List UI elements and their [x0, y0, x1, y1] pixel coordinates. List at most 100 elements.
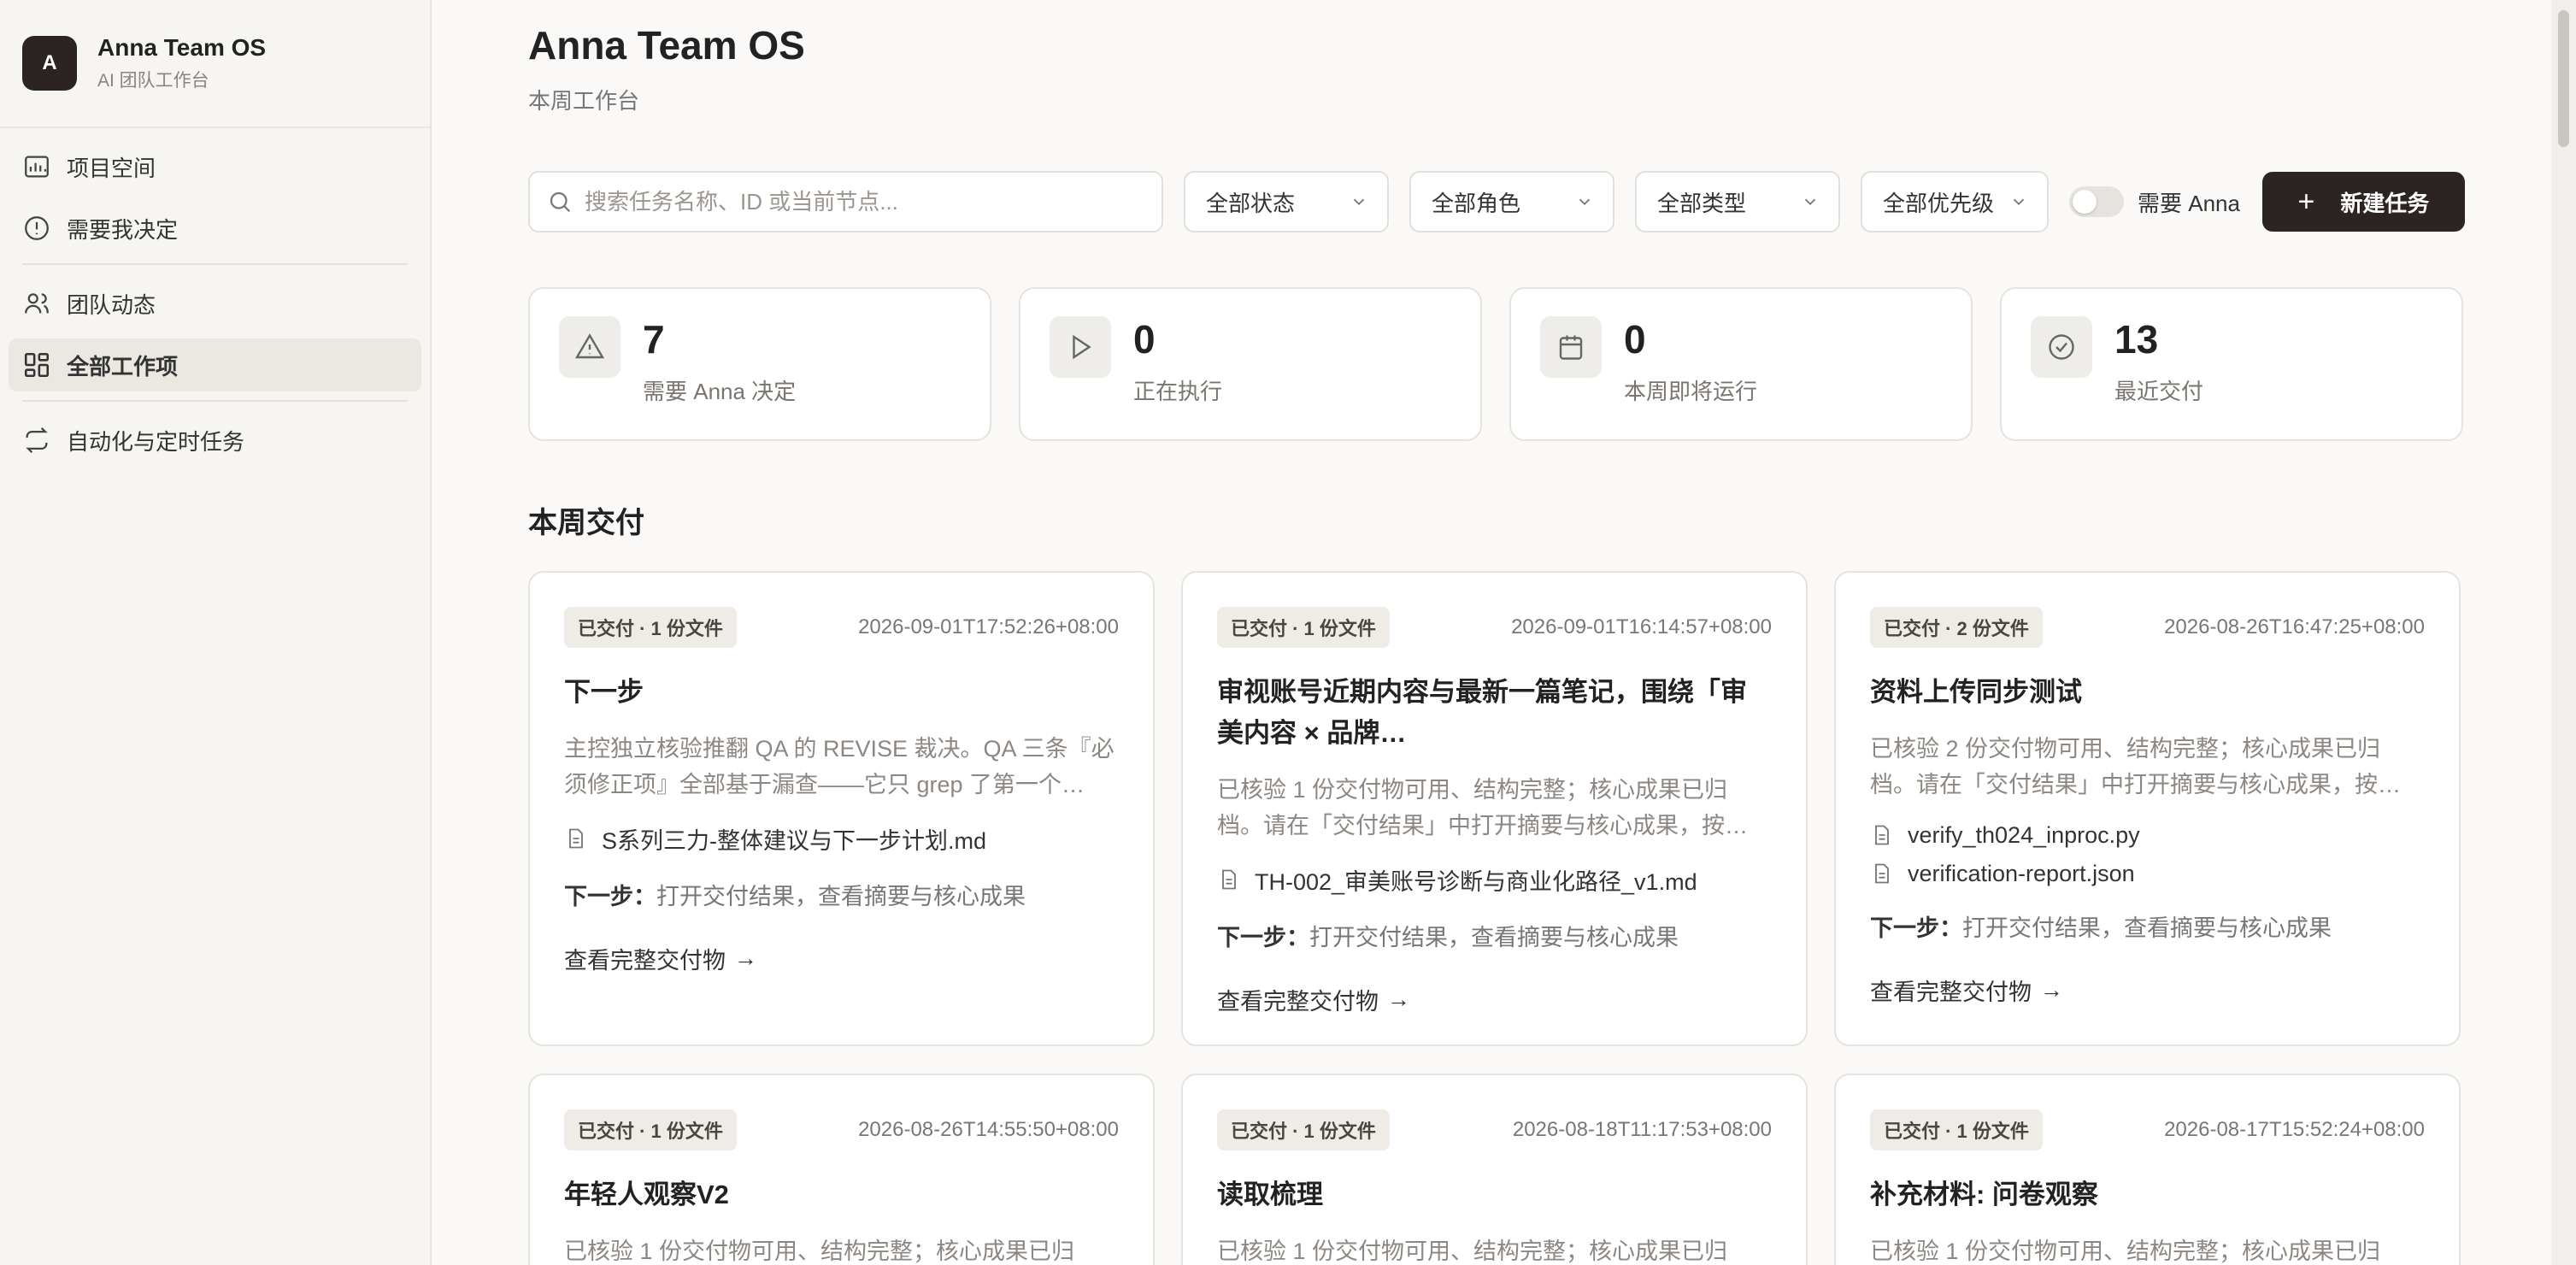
sidebar-item-all-work[interactable]: 全部工作项: [9, 338, 421, 391]
file-item[interactable]: verification-report.json: [1870, 861, 2425, 887]
scroll-thumb[interactable]: [2558, 10, 2569, 147]
delivery-card[interactable]: 已交付 · 1 份文件 2026-08-17T15:52:24+08:00 补充…: [1834, 1074, 2461, 1265]
chevron-down-icon: [1353, 198, 1365, 206]
card-title: 资料上传同步测试: [1870, 677, 2082, 707]
nav-divider: [22, 263, 408, 265]
search-input[interactable]: [585, 188, 1132, 215]
stat-value: 13: [2114, 317, 2159, 362]
scrollbar[interactable]: [2551, 0, 2576, 1265]
next-step-text: 打开交付结果，查看摘要与核心成果: [1309, 924, 1679, 950]
timestamp: 2026-09-01T16:14:57+08:00: [1511, 615, 1772, 638]
status-badge: 已交付 · 1 份文件: [564, 1109, 737, 1150]
chart-icon: [25, 156, 49, 178]
chevron-down-icon: [1579, 198, 1591, 206]
view-deliverable-link[interactable]: 查看完整交付物 →: [564, 942, 1119, 975]
nav-divider: [22, 400, 408, 402]
next-step-label: 下一步：: [564, 883, 656, 909]
need-anna-toggle[interactable]: [2069, 186, 2124, 217]
chevron-down-icon: [2013, 198, 2025, 206]
status-badge: 已交付 · 1 份文件: [1870, 1109, 2043, 1150]
sidebar-item-decisions[interactable]: 需要我决定: [9, 202, 421, 255]
status-badge: 已交付 · 1 份文件: [1217, 607, 1390, 648]
sidebar-nav: 项目空间 需要我决定 团队动态 全部工作项 自动化与定时任务: [0, 128, 430, 487]
arrow-right-icon: →: [734, 944, 757, 971]
sidebar-item-automation[interactable]: 自动化与定时任务: [9, 414, 421, 467]
next-step: 下一步：打开交付结果，查看摘要与核心成果: [1217, 919, 1772, 952]
play-icon: [1073, 334, 1091, 360]
card-title: 年轻人观察V2: [564, 1180, 729, 1209]
delivery-card[interactable]: 已交付 · 2 份文件 2026-08-26T16:47:25+08:00 资料…: [1834, 571, 2461, 1046]
sidebar-item-projects[interactable]: 项目空间: [9, 140, 421, 193]
status-badge: 已交付 · 2 份文件: [1870, 607, 2043, 648]
priority-filter[interactable]: 全部优先级: [1861, 171, 2049, 232]
next-step-text: 打开交付结果，查看摘要与核心成果: [656, 883, 1026, 909]
brand[interactable]: A Anna Team OS AI 团队工作台: [0, 0, 430, 128]
stat-label: 需要 Anna 决定: [643, 379, 797, 404]
search-box[interactable]: [528, 171, 1163, 232]
link-label: 查看完整交付物: [564, 947, 726, 974]
next-step: 下一步：打开交付结果，查看摘要与核心成果: [564, 878, 1119, 911]
status-filter-value: 全部状态: [1206, 190, 1296, 216]
grid-icon: [24, 352, 50, 378]
card-description: 已核验 2 份交付物可用、结构完整；核心成果已归档。请在「交付结果」中打开摘要与…: [1870, 736, 2401, 797]
stat-card-running[interactable]: 0 正在执行: [1019, 287, 1482, 441]
file-item[interactable]: verify_th024_inproc.py: [1870, 822, 2425, 849]
file-item[interactable]: S系列三力-整体建议与下一步计划.md: [564, 822, 1119, 856]
link-label: 查看完整交付物: [1217, 988, 1379, 1015]
sidebar-item-label: 全部工作项: [67, 353, 179, 380]
new-task-button[interactable]: + 新建任务: [2261, 172, 2465, 232]
view-deliverable-link[interactable]: 查看完整交付物 →: [1217, 983, 1772, 1016]
stat-value: 0: [1133, 317, 1156, 362]
sidebar-item-label: 需要我决定: [67, 216, 179, 243]
card-title: 补充材料: 问卷观察: [1870, 1180, 2098, 1209]
stat-label: 最近交付: [2114, 379, 2204, 404]
view-deliverable-link[interactable]: 查看完整交付物 →: [1870, 974, 2425, 1007]
delivery-card[interactable]: 已交付 · 1 份文件 2026-09-01T17:52:26+08:00 下一…: [528, 571, 1155, 1046]
page-subtitle: 本周工作台: [528, 88, 640, 114]
need-anna-toggle-label: 需要 Anna: [2138, 190, 2240, 216]
need-anna-toggle-group: 需要 Anna: [2069, 186, 2240, 218]
delivery-card[interactable]: 已交付 · 1 份文件 2026-08-26T14:55:50+08:00 年轻…: [528, 1074, 1155, 1265]
role-filter[interactable]: 全部角色: [1409, 171, 1614, 232]
alert-circle-icon: [25, 216, 49, 240]
link-label: 查看完整交付物: [1870, 979, 2032, 1005]
stat-label: 本周即将运行: [1624, 379, 1758, 404]
sidebar-item-team-activity[interactable]: 团队动态: [9, 277, 421, 330]
timestamp: 2026-08-18T11:17:53+08:00: [1512, 1118, 1772, 1141]
main-content: Anna Team OS 本周工作台 全部状态 全部角色 全部类型 全部优先级 …: [432, 0, 2551, 1265]
card-description: 主控独立核验推翻 QA 的 REVISE 裁决。QA 三条『必须修正项』全部基于…: [564, 736, 1115, 797]
users-icon: [25, 293, 49, 314]
stat-card-decisions[interactable]: 7 需要 Anna 决定: [528, 287, 991, 441]
card-description: 已核验 1 份交付物可用、结构完整；核心成果已归档。: [564, 1239, 1075, 1265]
next-step-label: 下一步：: [1870, 915, 1962, 941]
file-item[interactable]: TH-002_审美账号诊断与商业化路径_v1.md: [1217, 863, 1772, 897]
plus-icon: +: [2297, 185, 2315, 218]
stat-card-delivered[interactable]: 13 最近交付: [2000, 287, 2463, 441]
toolbar: 全部状态 全部角色 全部类型 全部优先级 需要 Anna + 新建任务: [528, 171, 2465, 232]
arrow-right-icon: →: [1387, 986, 1410, 1012]
check-circle-icon: [2049, 334, 2074, 360]
next-step-text: 打开交付结果，查看摘要与核心成果: [1962, 915, 2332, 941]
brand-subtitle: AI 团队工作台: [97, 71, 209, 91]
delivery-card[interactable]: 已交付 · 1 份文件 2026-08-18T11:17:53+08:00 读取…: [1181, 1074, 1808, 1265]
delivery-card[interactable]: 已交付 · 1 份文件 2026-09-01T16:14:57+08:00 审视…: [1181, 571, 1808, 1046]
new-task-label: 新建任务: [2340, 190, 2430, 216]
repeat-icon: [26, 427, 48, 453]
type-filter[interactable]: 全部类型: [1635, 171, 1840, 232]
stat-card-upcoming[interactable]: 0 本周即将运行: [1509, 287, 1973, 441]
file-icon: [1875, 863, 1889, 884]
sidebar: A Anna Team OS AI 团队工作台 项目空间 需要我决定 团队动态 …: [0, 0, 432, 1265]
card-description: 已核验 1 份交付物可用、结构完整；核心成果已归档。: [1217, 1239, 1728, 1265]
chevron-down-icon: [1804, 198, 1816, 206]
card-title: 审视账号近期内容与最新一篇笔记，围绕「审美内容 × 品牌…: [1217, 677, 1747, 749]
file-name: verify_th024_inproc.py: [1908, 821, 2140, 848]
status-badge: 已交付 · 1 份文件: [564, 607, 737, 648]
brand-title: Anna Team OS: [97, 34, 267, 61]
file-name: S系列三力-整体建议与下一步计划.md: [602, 827, 987, 854]
stat-label: 正在执行: [1133, 379, 1223, 404]
file-name: TH-002_审美账号诊断与商业化路径_v1.md: [1255, 868, 1697, 895]
timestamp: 2026-08-17T15:52:24+08:00: [2164, 1118, 2425, 1141]
status-filter[interactable]: 全部状态: [1184, 171, 1389, 232]
sidebar-item-label: 项目空间: [67, 155, 156, 181]
card-title: 读取梳理: [1217, 1180, 1323, 1209]
